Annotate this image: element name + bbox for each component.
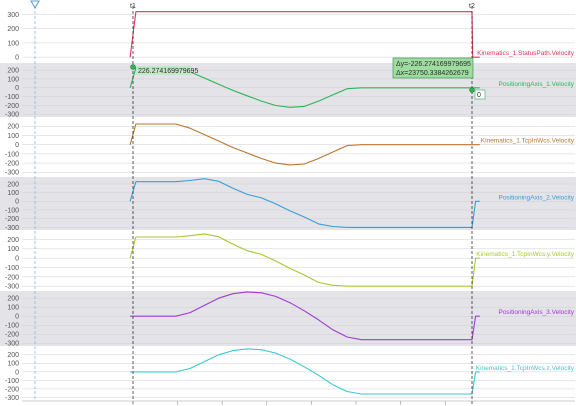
y-tick-label: 100 — [7, 76, 19, 83]
y-tick-label: -300 — [5, 395, 19, 402]
cursor-t2-readout: 0 — [477, 92, 481, 99]
cursor-t1-label: t1 — [130, 3, 136, 10]
y-tick-label: -300 — [5, 170, 19, 177]
y-tick-label: -100 — [5, 323, 19, 330]
y-tick-label: -100 — [5, 151, 19, 158]
measurement-box[interactable]: Δy=-226.274169979695 Δx=23750.3384262679 — [392, 57, 474, 79]
y-tick-label: -200 — [5, 332, 19, 339]
y-tick-label: 300 — [7, 12, 19, 19]
y-tick-label: 200 — [7, 124, 19, 131]
y-tick-label: 0 — [15, 256, 19, 263]
measurement-delta-y: Δy=-226.274169979695 — [396, 61, 471, 68]
y-tick-label: -300 — [5, 112, 19, 119]
trace-view[interactable]: 0100200300-300-200-1000100200-300-200-10… — [0, 0, 576, 406]
y-tick-label: 0 — [15, 55, 19, 62]
y-tick-label: -200 — [5, 160, 19, 167]
lane-band-4 — [0, 177, 576, 230]
y-tick-label: 100 — [7, 133, 19, 140]
y-tick-label: 200 — [7, 237, 19, 244]
y-tick-label: 0 — [15, 314, 19, 321]
series-label-7[interactable]: Kinematics_1.TcpInWcs.z.Velocity — [476, 365, 575, 372]
y-tick-label: 0 — [15, 142, 19, 149]
y-tick-label: -200 — [5, 216, 19, 223]
y-tick-label: 200 — [7, 26, 19, 33]
measurement-delta-x: Δx=23750.3384262679 — [396, 70, 469, 77]
series-label-1[interactable]: Kinematics_1.StatusPath.Velocity — [477, 50, 575, 57]
y-tick-label: 100 — [7, 190, 19, 197]
series-label-2[interactable]: PositioningAxis_1.Velocity — [498, 81, 574, 88]
y-tick-labels: 0100200300-300-200-1000100200-300-200-10… — [5, 12, 19, 402]
series-label-3[interactable]: Kinematics_1.TcpInWcs.Velocity — [481, 138, 575, 145]
y-tick-label: -100 — [5, 207, 19, 214]
y-tick-label: 200 — [7, 296, 19, 303]
series-label-4[interactable]: PositioningAxis_2.Velocity — [498, 194, 574, 201]
y-tick-label: 100 — [7, 361, 19, 368]
series-line-1 — [129, 11, 480, 58]
y-tick-label: 100 — [7, 246, 19, 253]
cursor-t2-label: t2 — [469, 3, 475, 10]
y-tick-label: -300 — [5, 225, 19, 232]
x-axis — [22, 400, 575, 405]
series-line-5 — [129, 233, 480, 287]
y-tick-label: 200 — [7, 181, 19, 188]
y-tick-label: 0 — [15, 369, 19, 376]
y-tick-label: -100 — [5, 94, 19, 101]
y-tick-label: -200 — [5, 386, 19, 393]
cursor-t1-readout: 226.274169979695 — [138, 68, 198, 75]
y-tick-label: -200 — [5, 274, 19, 281]
series-line-7 — [130, 348, 480, 395]
cursor-t1-point — [130, 64, 136, 70]
series-label-6[interactable]: PositioningAxis_3.Velocity — [498, 309, 574, 316]
y-tick-label: 200 — [7, 67, 19, 74]
cursor-t2-point — [469, 87, 475, 93]
y-tick-label: 100 — [7, 305, 19, 312]
y-tick-label: 0 — [15, 85, 19, 92]
y-tick-label: 100 — [7, 40, 19, 47]
y-tick-label: -300 — [5, 284, 19, 291]
y-tick-label: -200 — [5, 103, 19, 110]
y-tick-label: -100 — [5, 265, 19, 272]
y-tick-label: -300 — [5, 341, 19, 348]
y-tick-label: -100 — [5, 378, 19, 385]
series-label-5[interactable]: Kinematics_1.TcpInWcs.y.Velocity — [476, 251, 575, 258]
lane-band-6 — [0, 291, 576, 346]
lane-band-2 — [0, 63, 576, 117]
series-line-3 — [129, 123, 480, 166]
y-tick-label: 0 — [15, 199, 19, 206]
y-tick-label: 200 — [7, 352, 19, 359]
